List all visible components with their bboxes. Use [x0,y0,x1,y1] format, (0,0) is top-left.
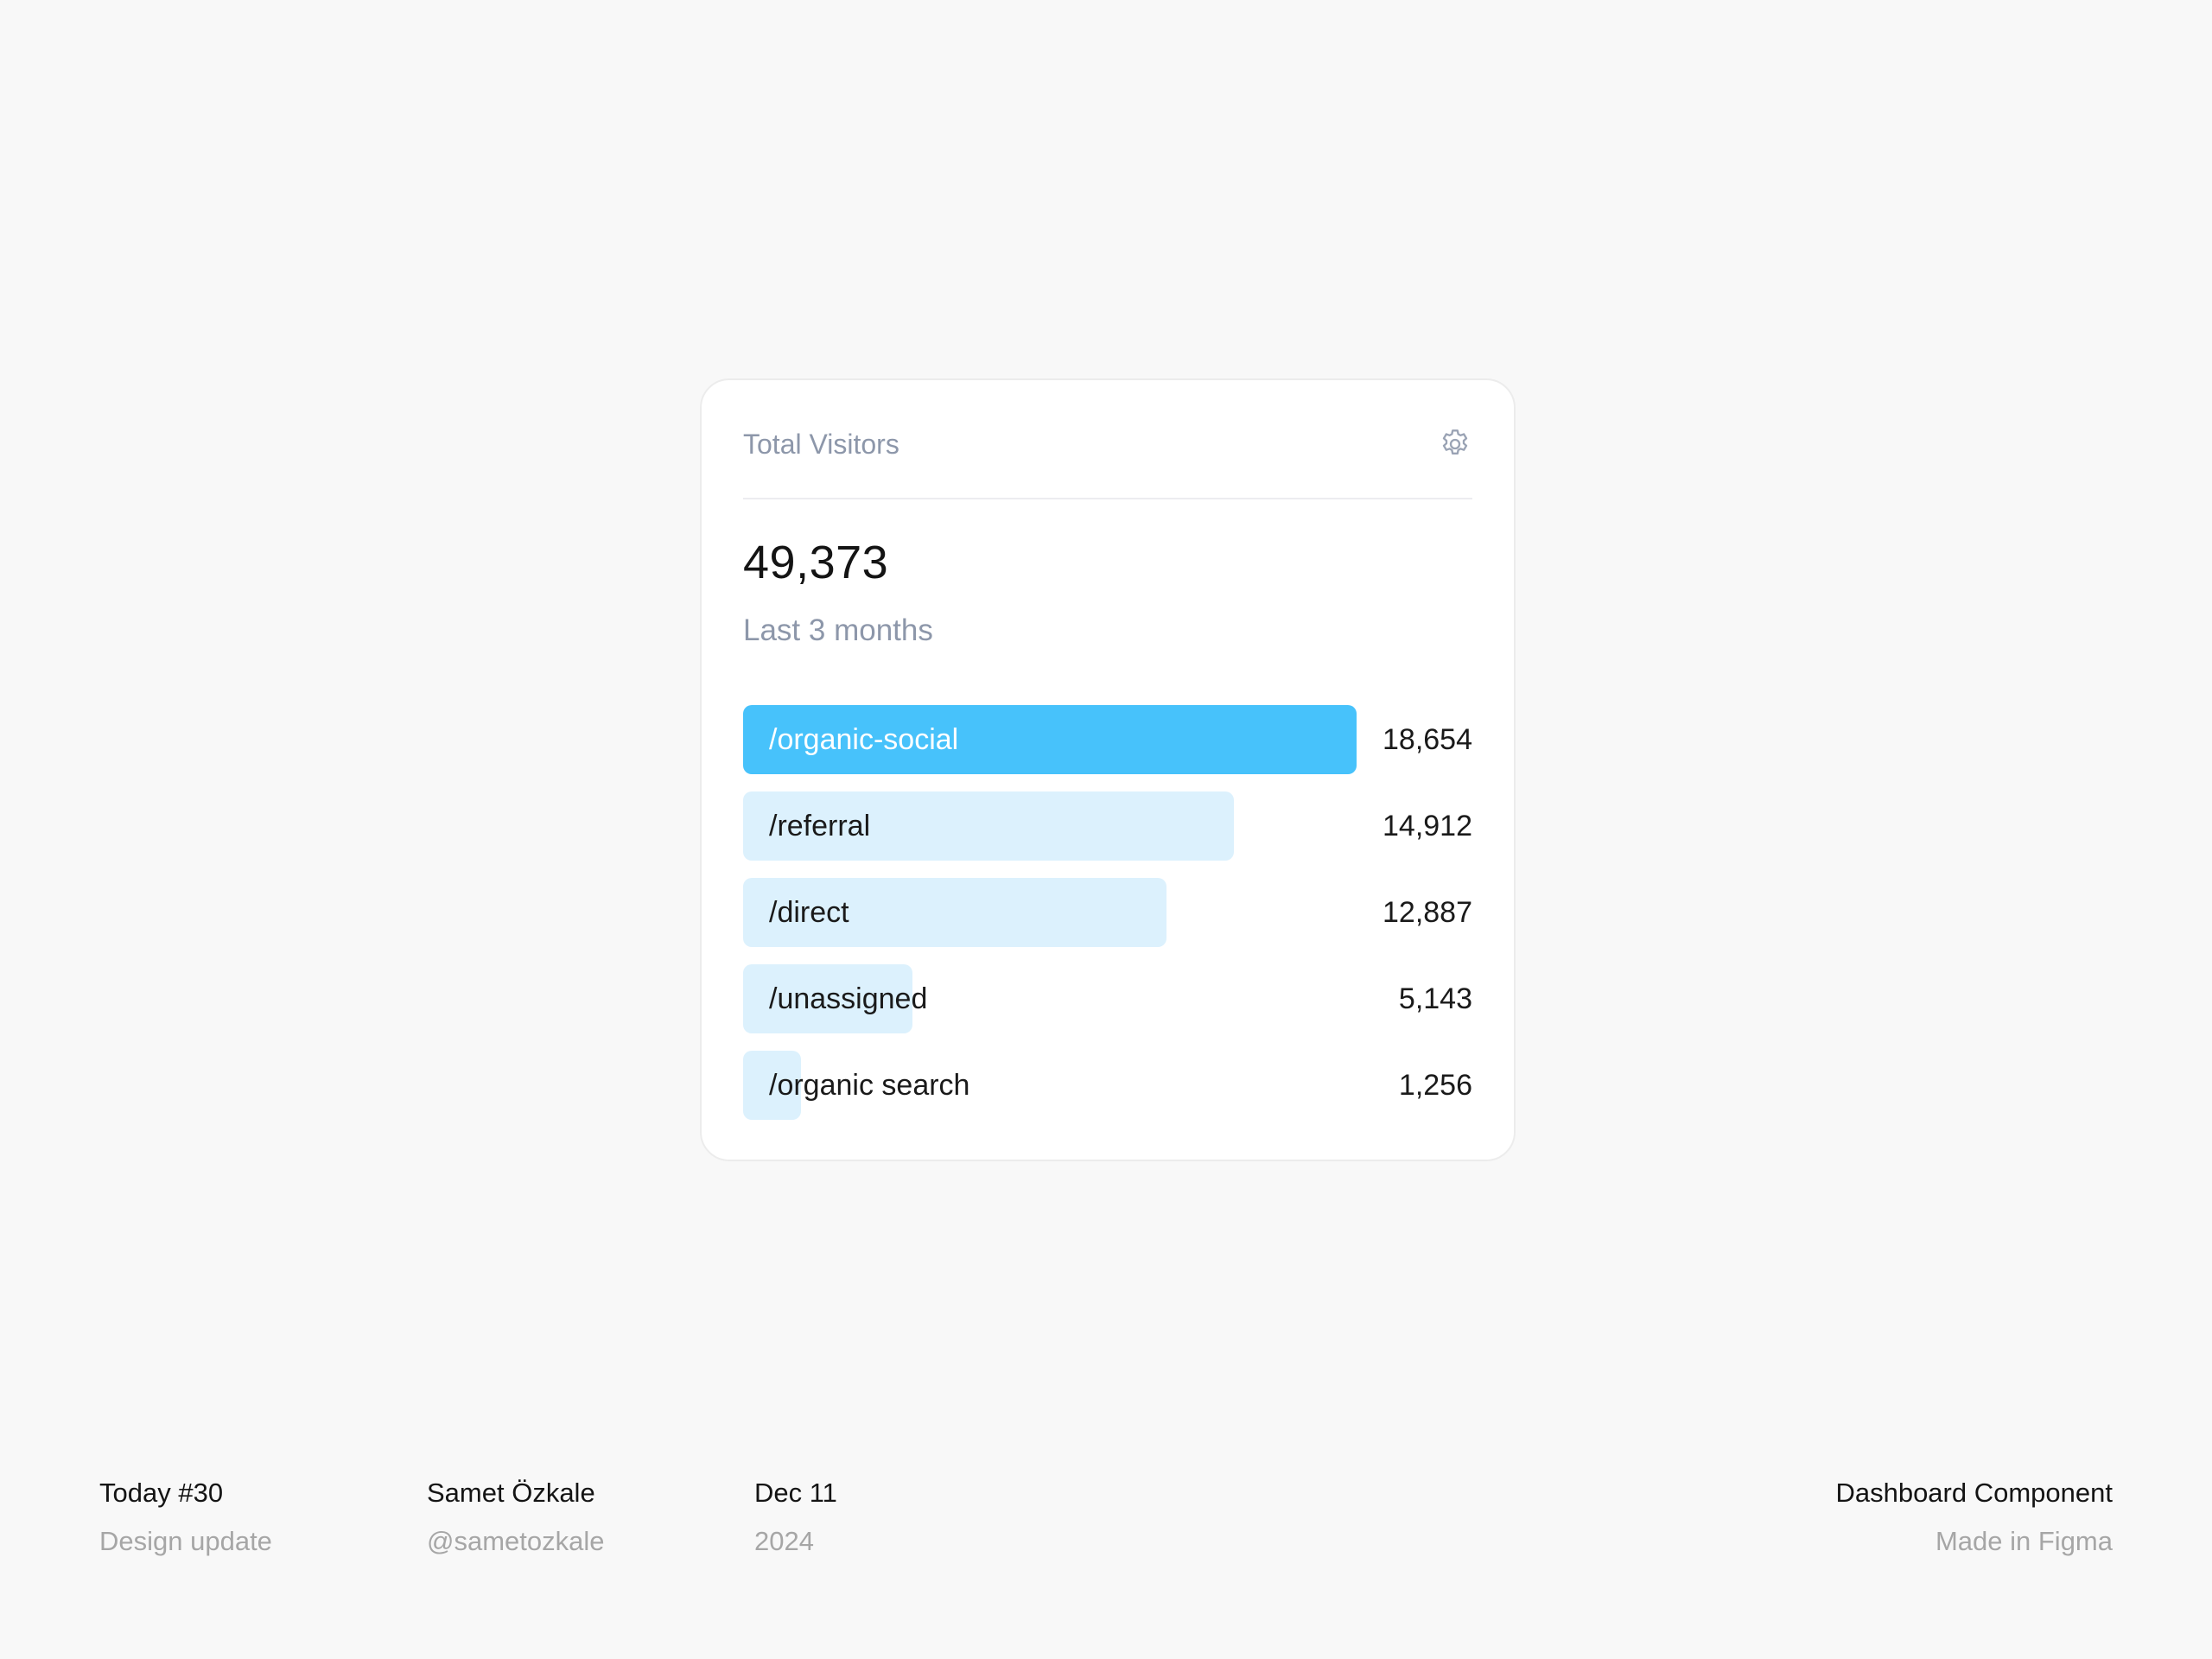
footer-issue-title: Today #30 [99,1478,224,1508]
source-value: 5,143 [1398,982,1472,1015]
footer-author-name: Samet Özkale [427,1478,595,1508]
gear-icon[interactable] [1438,427,1472,461]
source-label: /unassigned [769,982,928,1015]
footer-date-year: 2024 [754,1526,814,1556]
source-row-direct[interactable]: /direct 12,887 [743,878,1472,947]
total-visitors-card: Total Visitors 49,373 Last 3 months /org… [700,378,1516,1161]
source-label: /organic search [769,1069,970,1102]
source-row-unassigned[interactable]: /unassigned 5,143 [743,964,1472,1033]
source-bar-list: /organic-social 18,654 /referral 14,912 … [743,705,1472,1137]
footer-author-handle: @sametozkale [427,1526,605,1556]
source-label: /organic-social [769,723,959,756]
footer-project-title: Dashboard Component [1835,1478,2113,1508]
footer-project: Dashboard Component Made in Figma [1835,1474,2113,1560]
footer-project-tool: Made in Figma [1935,1526,2113,1556]
header-divider [743,498,1472,499]
source-row-referral[interactable]: /referral 14,912 [743,791,1472,861]
total-visitors-value: 49,373 [743,537,889,588]
source-value: 12,887 [1382,896,1472,929]
card-header: Total Visitors [743,418,1472,470]
period-label: Last 3 months [743,613,933,647]
source-value: 14,912 [1382,810,1472,842]
footer-date-day: Dec 11 [754,1478,837,1508]
card-title: Total Visitors [743,428,899,460]
source-value: 1,256 [1398,1069,1472,1102]
footer-date: Dec 11 2024 [754,1474,837,1560]
source-value: 18,654 [1382,723,1472,756]
source-label: /direct [769,896,849,929]
source-label: /referral [769,810,871,842]
source-row-organic-social[interactable]: /organic-social 18,654 [743,705,1472,774]
source-row-organic-search[interactable]: /organic search 1,256 [743,1051,1472,1120]
footer-author: Samet Özkale @sametozkale [427,1474,605,1560]
footer-issue-subtitle: Design update [99,1526,272,1556]
footer-issue: Today #30 Design update [99,1474,272,1560]
